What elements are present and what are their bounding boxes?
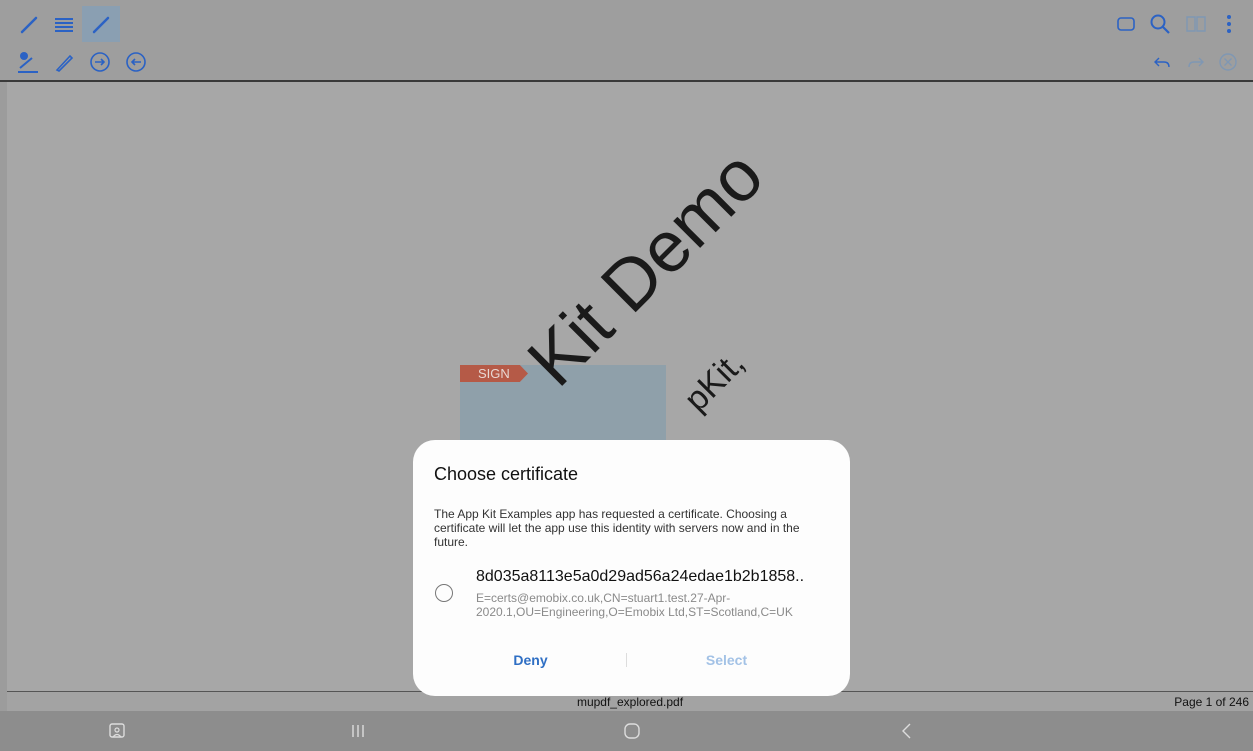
redo-icon[interactable] <box>1180 46 1212 78</box>
toolbar <box>0 0 1253 82</box>
button-divider <box>626 653 627 667</box>
select-button[interactable]: Select <box>669 652 784 668</box>
certificate-radio[interactable] <box>435 584 453 602</box>
document-filename: mupdf_explored.pdf <box>576 695 684 709</box>
dialog-message: The App Kit Examples app has requested a… <box>434 507 800 549</box>
back-icon[interactable] <box>897 721 917 741</box>
undo-icon[interactable] <box>1146 46 1178 78</box>
previous-field-icon[interactable] <box>120 46 152 78</box>
recents-icon[interactable] <box>348 721 368 741</box>
search-icon[interactable] <box>1144 8 1176 40</box>
more-vertical-icon[interactable] <box>1213 8 1245 40</box>
certificate-option[interactable]: 8d035a8113e5a0d29ad56a24edae1b2b1858.. E… <box>432 568 842 624</box>
certificate-detail: E=certs@emobix.co.uk,CN=stuart1.test.27-… <box>476 591 793 619</box>
watermark-subtext: pKit, <box>677 343 752 419</box>
system-navbar <box>0 711 1253 751</box>
sign-tag: SIGN <box>460 365 528 382</box>
ink-sign-icon[interactable] <box>48 46 80 78</box>
pen-icon[interactable] <box>14 8 46 40</box>
home-icon[interactable] <box>622 721 642 741</box>
highlight-pen-icon[interactable] <box>82 6 120 42</box>
book-icon[interactable] <box>1180 8 1212 40</box>
deny-button[interactable]: Deny <box>473 652 588 668</box>
page-indicator: Page 1 of 246 <box>1174 695 1249 709</box>
cancel-icon[interactable] <box>1212 46 1244 78</box>
screenshot-icon[interactable] <box>107 721 127 741</box>
dialog-title: Choose certificate <box>434 464 579 484</box>
certificate-name: 8d035a8113e5a0d29ad56a24edae1b2b1858.. <box>476 568 805 585</box>
text-lines-icon[interactable] <box>48 8 80 40</box>
signature-icon[interactable] <box>12 46 44 78</box>
next-field-icon[interactable] <box>84 46 116 78</box>
rectangle-icon[interactable] <box>1110 8 1142 40</box>
choose-certificate-dialog: Choose certificate The App Kit Examples … <box>413 440 850 696</box>
